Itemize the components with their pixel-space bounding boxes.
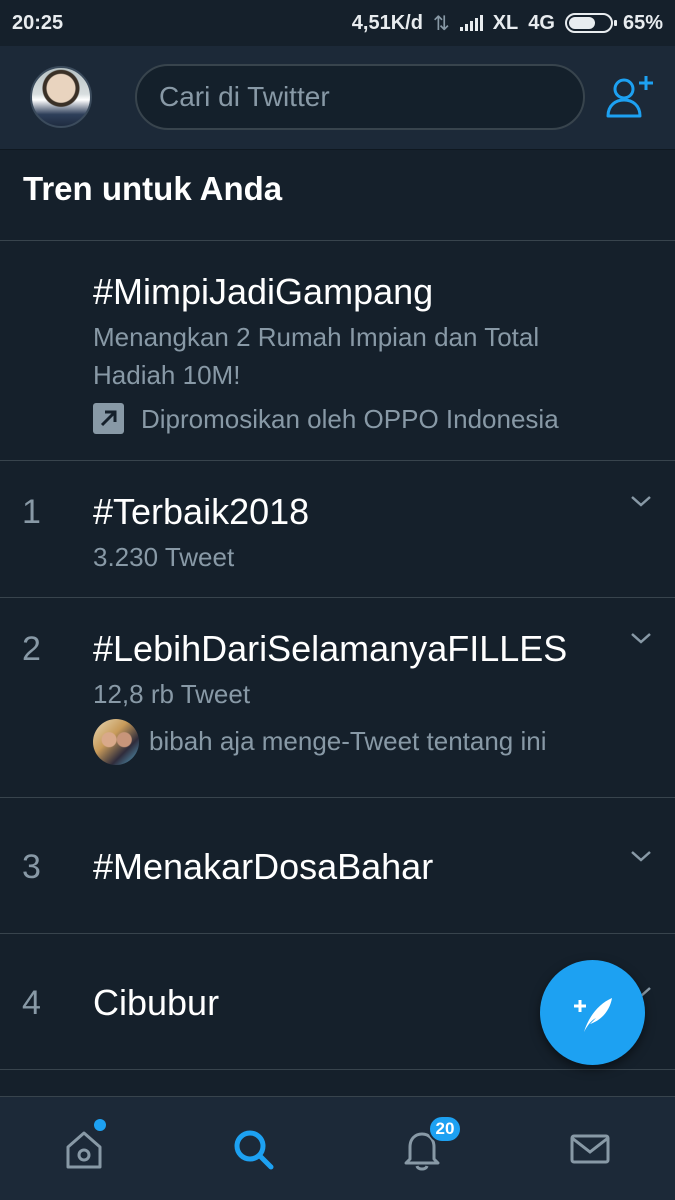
status-indicators: 4,51K/d ⇅ XL 4G 65% <box>352 11 663 36</box>
chevron-down-icon[interactable] <box>629 493 653 509</box>
trend-name: Cibubur <box>93 982 220 1023</box>
promoted-trend[interactable]: #MimpiJadiGampang Menangkan 2 Rumah Impi… <box>0 241 675 461</box>
search-icon[interactable] <box>229 1125 277 1173</box>
promoted-icon <box>93 403 124 434</box>
trend-rank: 3 <box>22 848 41 886</box>
add-user-icon[interactable] <box>604 72 656 124</box>
trend-tweet-count: 3.230 Tweet <box>93 542 235 572</box>
trend-description-2: Hadiah 10M! <box>93 360 241 390</box>
profile-avatar[interactable] <box>30 66 92 128</box>
trend-description: Menangkan 2 Rumah Impian dan Total <box>93 322 540 352</box>
chevron-down-icon[interactable] <box>629 848 653 864</box>
trend-item-1[interactable]: 1 #Terbaik2018 3.230 Tweet <box>0 461 675 597</box>
trend-tweet-count: 12,8 rb Tweet <box>93 679 251 709</box>
trend-rank: 4 <box>22 984 41 1022</box>
chevron-down-icon[interactable] <box>629 630 653 646</box>
battery-icon <box>564 13 617 33</box>
network-speed: 4,51K/d <box>351 11 423 34</box>
compose-quill-icon <box>573 997 612 1032</box>
trend-rank: 1 <box>22 493 41 531</box>
search-input[interactable]: Cari di Twitter <box>135 64 585 130</box>
search-placeholder: Cari di Twitter <box>159 81 330 112</box>
carrier-name: XL <box>492 11 519 34</box>
home-new-dot <box>94 1119 106 1131</box>
trend-item-2[interactable]: 2 #LebihDariSelamanyaFILLES 12,8 rb Twee… <box>0 598 675 797</box>
status-bar: 20:25 4,51K/d ⇅ XL 4G 65% <box>0 0 675 46</box>
section-title: Tren untuk Anda <box>23 170 283 207</box>
status-time: 20:25 <box>12 11 64 34</box>
trend-name: #Terbaik2018 <box>93 491 310 532</box>
home-icon[interactable] <box>60 1125 108 1173</box>
bottom-nav: 20 <box>0 1096 675 1200</box>
divider <box>0 1069 675 1070</box>
trend-item-3[interactable]: 3 #MenakarDosaBahar <box>0 798 675 933</box>
data-transfer-icon: ⇅ <box>432 12 450 35</box>
messages-mail-icon[interactable] <box>566 1125 614 1173</box>
notifications-badge: 20 <box>428 1115 462 1143</box>
battery-percent: 65% <box>622 11 663 34</box>
network-type: 4G <box>528 11 555 34</box>
top-header: Cari di Twitter <box>0 46 675 150</box>
avatar <box>93 719 139 765</box>
compose-tweet-button[interactable] <box>540 960 645 1065</box>
promoted-by: Dipromosikan oleh OPPO Indonesia <box>141 404 559 434</box>
signal-icon <box>459 15 483 31</box>
trend-name: #LebihDariSelamanyaFILLES <box>93 628 568 669</box>
trend-name: #MimpiJadiGampang <box>93 271 434 312</box>
trend-rank: 2 <box>22 630 41 668</box>
trend-context: bibah aja menge-Tweet tentang ini <box>149 726 547 756</box>
trend-name: #MenakarDosaBahar <box>93 846 434 887</box>
